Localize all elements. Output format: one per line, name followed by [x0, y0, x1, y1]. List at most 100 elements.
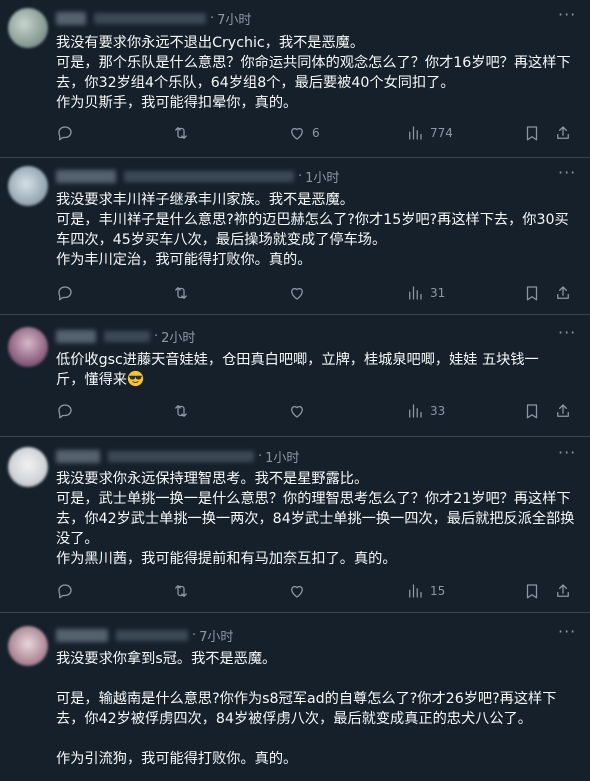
- views-icon: [409, 404, 422, 418]
- reply-button[interactable]: [56, 123, 74, 143]
- separator-dot: ·: [192, 627, 197, 643]
- display-name[interactable]: [56, 169, 116, 183]
- avatar[interactable]: [8, 8, 48, 48]
- tweet[interactable]: · 1小时 ··· 我没要求你永远保持理智思考。我不是星野露比。 可是，武士单挑…: [0, 437, 590, 613]
- retweet-icon: [175, 405, 187, 417]
- share-icon: [557, 404, 569, 417]
- reply-icon: [58, 286, 72, 301]
- bookmark-button[interactable]: [523, 123, 541, 143]
- more-icon[interactable]: ···: [558, 165, 576, 186]
- share-icon: [557, 286, 569, 299]
- views-count: 15: [430, 584, 446, 598]
- like-button[interactable]: 6: [288, 123, 320, 143]
- timestamp[interactable]: 1小时: [305, 167, 339, 186]
- user-handle[interactable]: [124, 170, 294, 182]
- like-button[interactable]: [288, 283, 306, 303]
- sunglasses-emoji-icon: [127, 370, 144, 387]
- display-name[interactable]: [56, 628, 108, 642]
- tweet[interactable]: · 2小时 ··· 低价收gsc进藤天音娃娃，仓田真白吧唧，立牌，桂城泉吧唧，娃…: [0, 315, 590, 437]
- action-bar: 6 774: [56, 123, 576, 143]
- separator-dot: ·: [154, 328, 159, 344]
- reply-button[interactable]: [56, 581, 74, 601]
- reply-icon: [58, 404, 72, 419]
- retweet-button[interactable]: [172, 401, 190, 421]
- timestamp[interactable]: 7小时: [199, 626, 233, 645]
- bookmark-button[interactable]: [523, 581, 541, 601]
- tweet-header: · 7小时: [56, 625, 233, 645]
- bookmark-icon: [526, 404, 538, 419]
- retweet-button[interactable]: [172, 123, 190, 143]
- share-button[interactable]: [554, 283, 572, 303]
- views-button[interactable]: 15: [406, 581, 445, 601]
- like-count: 6: [312, 126, 320, 140]
- timestamp[interactable]: 1小时: [265, 447, 299, 466]
- heart-icon: [291, 127, 303, 140]
- action-bar: 31: [56, 283, 576, 303]
- reply-button[interactable]: [56, 283, 74, 303]
- tweet-header: · 1小时: [56, 446, 299, 466]
- timestamp[interactable]: 7小时: [217, 9, 251, 28]
- like-button[interactable]: [288, 581, 306, 601]
- share-icon: [557, 126, 569, 139]
- bookmark-icon: [526, 286, 538, 301]
- more-icon[interactable]: ···: [558, 7, 576, 28]
- user-handle[interactable]: [104, 330, 150, 342]
- bookmark-button[interactable]: [523, 283, 541, 303]
- tweet[interactable]: · 1小时 ··· 我没要求丰川祥子继承丰川家族。我不是恶魔。 可是，丰川祥子是…: [0, 158, 590, 315]
- user-handle[interactable]: [108, 450, 254, 462]
- display-name[interactable]: [56, 449, 100, 463]
- share-button[interactable]: [554, 581, 572, 601]
- views-count: 31: [430, 286, 446, 300]
- retweet-icon: [175, 127, 187, 139]
- separator-dot: ·: [298, 168, 303, 184]
- retweet-button[interactable]: [172, 283, 190, 303]
- reply-button[interactable]: [56, 401, 74, 421]
- reply-icon: [58, 584, 72, 599]
- heart-icon: [291, 405, 303, 418]
- display-name[interactable]: [56, 329, 96, 343]
- retweet-icon: [175, 287, 187, 299]
- user-handle[interactable]: [94, 12, 206, 24]
- user-handle[interactable]: [116, 629, 188, 641]
- heart-icon: [291, 287, 303, 300]
- tweet-text: 我没有要求你永远不退出Crychic，我不是恶魔。 可是，那个乐队是什么意思？你…: [56, 35, 571, 111]
- tweet-header: · 7小时: [56, 8, 251, 28]
- tweet-text: 低价收gsc进藤天音娃娃，仓田真白吧唧，立牌，桂城泉吧唧，娃娃 五块钱一斤，懂得…: [56, 350, 566, 390]
- bookmark-icon: [526, 126, 538, 141]
- avatar[interactable]: [8, 166, 48, 206]
- views-button[interactable]: 33: [406, 401, 445, 421]
- timeline: · 7小时 ··· 我没有要求你永远不退出Crychic，我不是恶魔。 可是，那…: [0, 0, 590, 781]
- tweet[interactable]: · 7小时 ··· 我没要求你拿到s冠。我不是恶魔。 可是，输越南是什么意思?你…: [0, 613, 590, 781]
- views-icon: [409, 286, 422, 300]
- heart-icon: [291, 585, 303, 598]
- more-icon[interactable]: ···: [558, 445, 576, 466]
- separator-dot: ·: [258, 448, 263, 464]
- tweet-text: 我没要求你永远保持理智思考。我不是星野露比。 可是，武士单挑一换一是什么意思？你…: [56, 471, 575, 567]
- share-button[interactable]: [554, 401, 572, 421]
- avatar[interactable]: [8, 626, 48, 666]
- views-icon: [409, 126, 422, 140]
- views-count: 774: [430, 126, 453, 140]
- tweet-text: 我没要求你拿到s冠。我不是恶魔。 可是，输越南是什么意思?你作为s8冠军ad的自…: [56, 651, 557, 767]
- timestamp[interactable]: 2小时: [161, 327, 195, 346]
- more-icon[interactable]: ···: [558, 624, 576, 645]
- views-button[interactable]: 774: [406, 123, 453, 143]
- more-icon[interactable]: ···: [558, 325, 576, 346]
- bookmark-icon: [526, 584, 538, 599]
- views-count: 33: [430, 404, 446, 418]
- share-button[interactable]: [554, 123, 572, 143]
- tweet-text: 我没要求丰川祥子继承丰川家族。我不是恶魔。 可是，丰川祥子是什么意思?祢的迈巴赫…: [56, 192, 569, 268]
- like-button[interactable]: [288, 401, 306, 421]
- retweet-button[interactable]: [172, 581, 190, 601]
- action-bar: 15: [56, 581, 576, 601]
- tweet-header: · 2小时: [56, 326, 195, 346]
- avatar[interactable]: [8, 327, 48, 367]
- display-name[interactable]: [56, 11, 86, 25]
- tweet[interactable]: · 7小时 ··· 我没有要求你永远不退出Crychic，我不是恶魔。 可是，那…: [0, 0, 590, 158]
- bookmark-button[interactable]: [523, 401, 541, 421]
- action-bar: 33: [56, 401, 576, 421]
- share-icon: [557, 584, 569, 597]
- avatar[interactable]: [8, 447, 48, 487]
- retweet-icon: [175, 585, 187, 597]
- views-button[interactable]: 31: [406, 283, 445, 303]
